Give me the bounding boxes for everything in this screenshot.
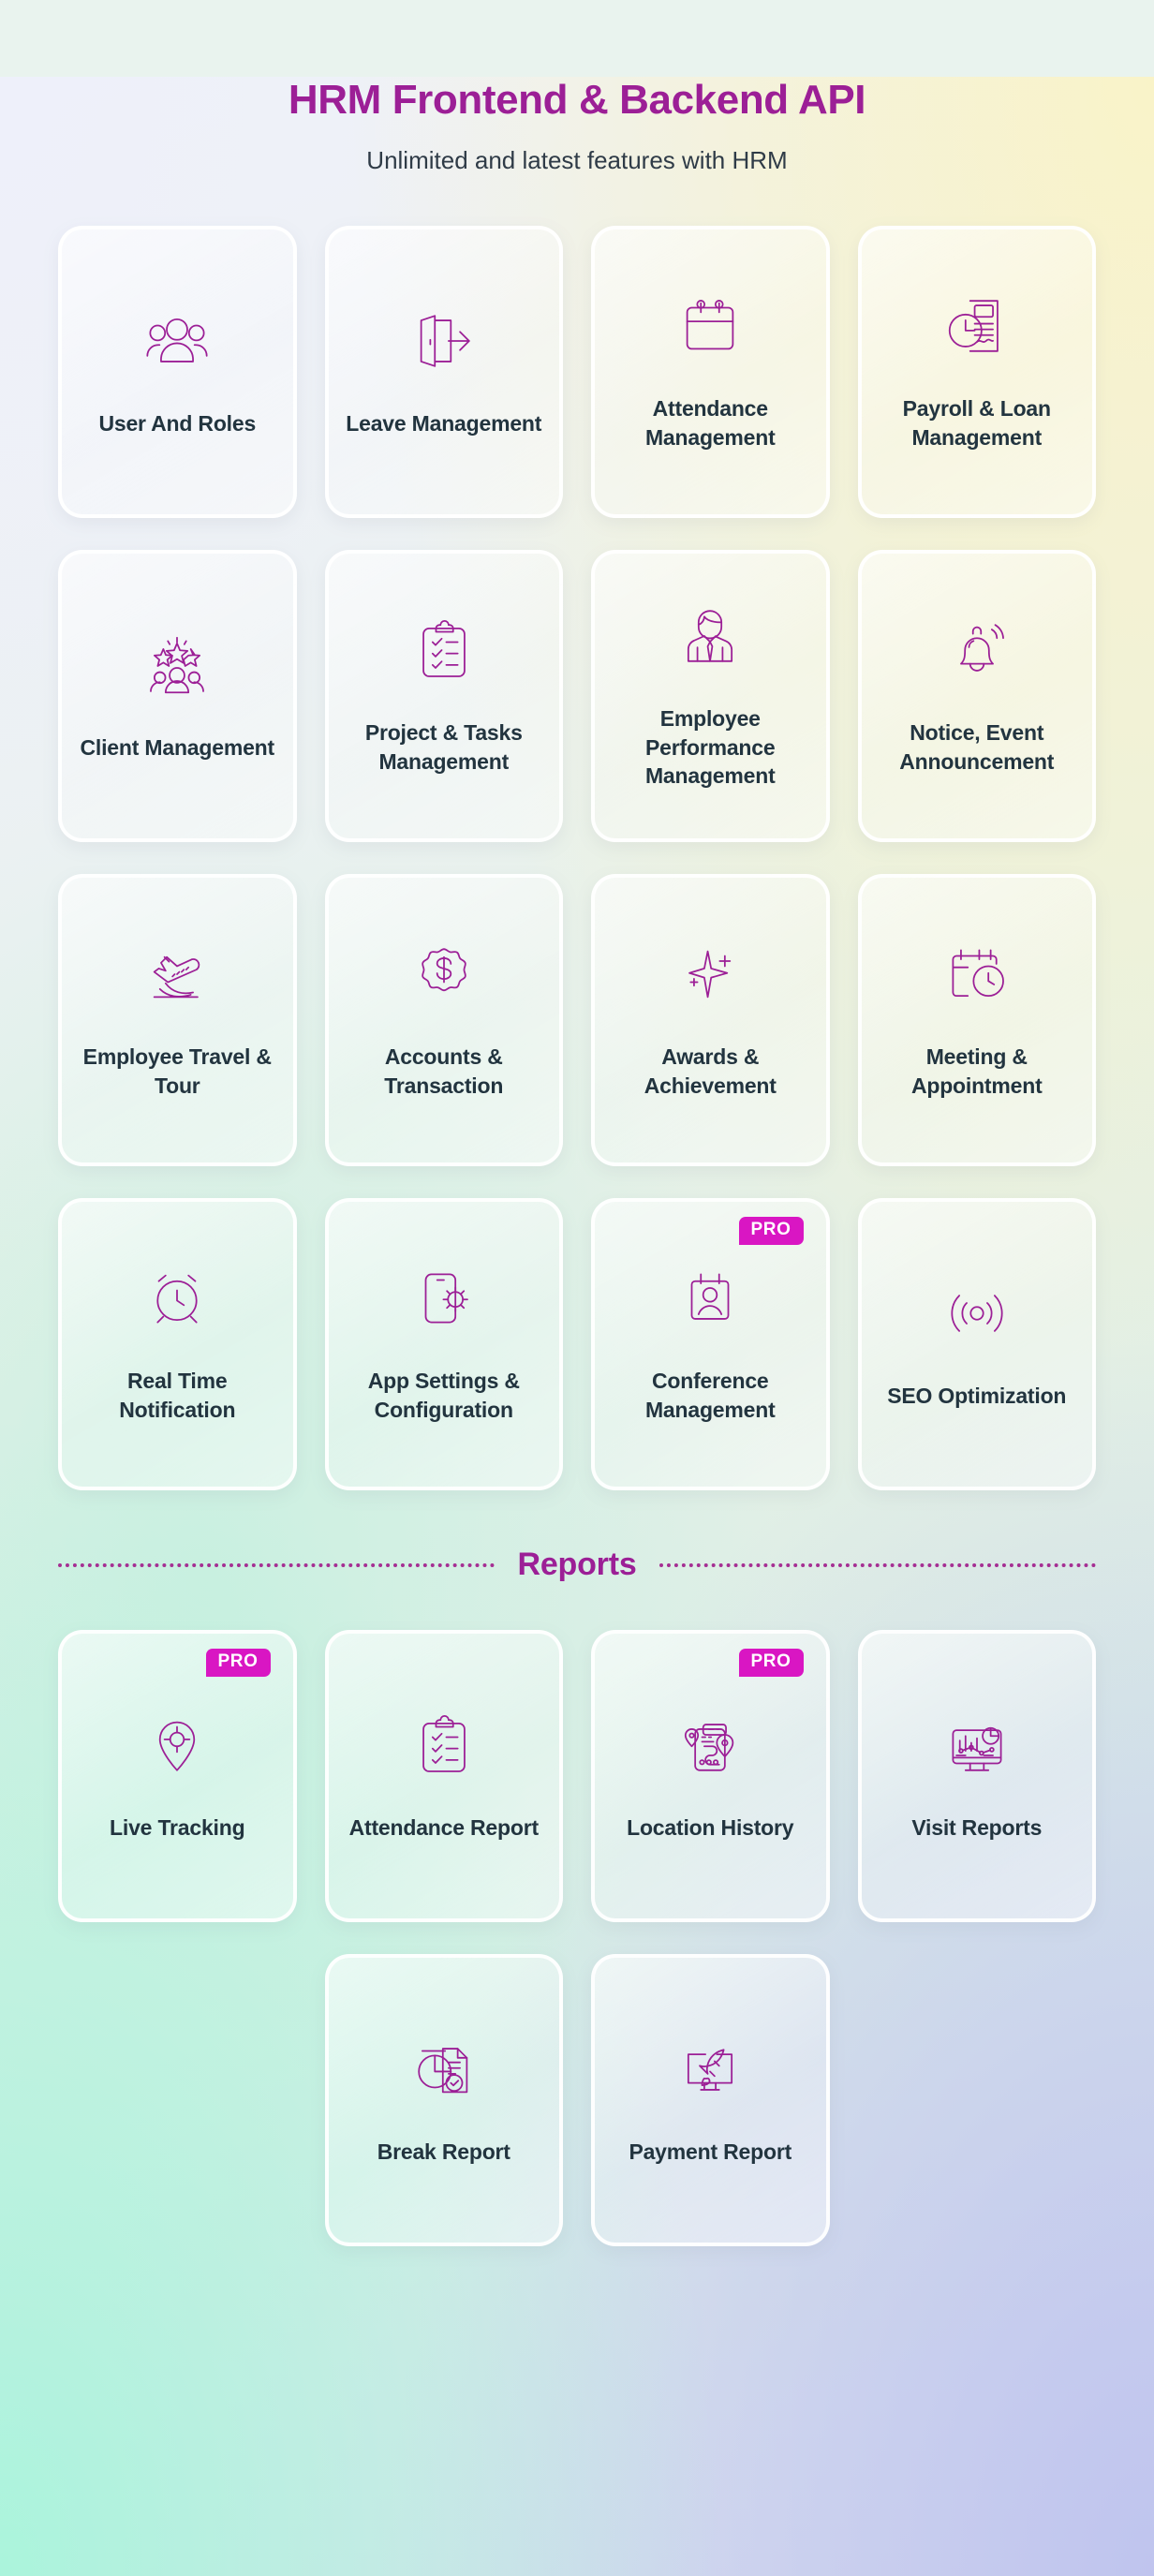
feature-card[interactable]: Client Management <box>58 550 297 842</box>
feature-label: Payroll & Loan Management <box>902 396 1051 450</box>
report-card[interactable]: Attendance Report <box>324 1630 563 1922</box>
clipboard-checklist-icon <box>407 1709 481 1782</box>
sparkle-star-icon <box>673 938 747 1011</box>
report-card[interactable]: Break Report <box>324 1954 563 2246</box>
feature-label: Notice, Event Announcement <box>899 720 1055 774</box>
feature-label: Employee Travel & Tour <box>82 1044 272 1098</box>
pro-badge: PRO <box>205 1649 271 1678</box>
bell-ring-icon <box>940 614 1013 687</box>
broadcast-signal-icon <box>940 1277 1013 1350</box>
feature-label: Awards & Achievement <box>644 1044 777 1098</box>
reports-grid: PRO Live Tracking Attendance Report PRO Loca… <box>58 1630 1096 1922</box>
badge-person-icon <box>673 1262 747 1335</box>
feature-label: Conference Management <box>644 1369 776 1422</box>
phone-gear-icon <box>407 1262 481 1335</box>
stars-people-icon <box>141 629 214 702</box>
loan-document-clock-icon <box>940 289 1013 363</box>
airplane-landing-icon <box>141 938 214 1011</box>
feature-label: User And Roles <box>98 410 257 436</box>
feature-label: Employee Performance Management <box>644 706 776 789</box>
divider-line-right <box>658 1562 1097 1567</box>
page-subtitle: Unlimited and latest features with HRM <box>366 146 788 174</box>
feature-label: Accounts & Transaction <box>384 1044 504 1098</box>
phone-route-pin-icon <box>673 1709 747 1782</box>
feature-card[interactable]: App Settings & Configuration <box>324 1198 563 1490</box>
feature-label: Attendance Management <box>644 396 776 450</box>
feature-label: Real Time Notification <box>119 1369 236 1422</box>
feature-card[interactable]: SEO Optimization <box>857 1198 1096 1490</box>
feature-card[interactable]: Attendance Management <box>591 226 830 518</box>
calendar-clock-icon <box>940 938 1013 1011</box>
reports-section-divider: Reports <box>58 1547 1097 1583</box>
feature-label: Meeting & Appointment <box>910 1044 1043 1098</box>
feature-card[interactable]: Payroll & Loan Management <box>857 226 1096 518</box>
employee-suit-icon <box>673 600 747 673</box>
report-label: Break Report <box>377 2139 510 2164</box>
monitor-rocket-icon <box>673 2033 747 2106</box>
feature-card[interactable]: Leave Management <box>324 226 563 518</box>
feature-card[interactable]: Notice, Event Announcement <box>857 550 1096 842</box>
calendar-icon <box>673 289 747 363</box>
report-label: Attendance Report <box>348 1814 540 1840</box>
feature-label: App Settings & Configuration <box>367 1369 520 1422</box>
reports-section-title: Reports <box>517 1547 637 1582</box>
divider-line-left <box>58 1562 496 1567</box>
report-card[interactable]: PRO Location History <box>591 1630 830 1922</box>
pro-badge: PRO <box>738 1217 804 1246</box>
feature-card[interactable]: User And Roles <box>58 226 297 518</box>
feature-card[interactable]: PRO Conference Management <box>591 1198 830 1490</box>
feature-card[interactable]: Employee Travel & Tour <box>58 874 297 1166</box>
clipboard-checklist-icon <box>407 614 481 687</box>
report-label: Location History <box>627 1814 794 1840</box>
feature-card[interactable]: Awards & Achievement <box>591 874 830 1166</box>
feature-label: Project & Tasks Management <box>364 720 523 774</box>
monitor-analytics-icon <box>940 1709 1013 1782</box>
feature-card[interactable]: Meeting & Appointment <box>857 874 1096 1166</box>
app-page: HRM Frontend & Backend API Unlimited and… <box>0 77 1154 2576</box>
dollar-badge-icon <box>407 938 481 1011</box>
report-card[interactable]: Payment Report <box>591 1954 830 2246</box>
pie-document-check-icon <box>407 2033 481 2106</box>
feature-card[interactable]: Accounts & Transaction <box>324 874 563 1166</box>
feature-label: Leave Management <box>346 410 542 436</box>
feature-label: Client Management <box>80 734 275 760</box>
feature-card[interactable]: Real Time Notification <box>58 1198 297 1490</box>
door-exit-icon <box>407 304 481 378</box>
report-card[interactable]: PRO Live Tracking <box>58 1630 297 1922</box>
users-group-icon <box>141 304 214 378</box>
report-label: Live Tracking <box>110 1814 245 1840</box>
report-label: Payment Report <box>629 2139 792 2164</box>
page-title: HRM Frontend & Backend API <box>288 77 866 123</box>
reports-grid-second-row: Break Report Payment Report <box>58 1954 1096 2246</box>
feature-card[interactable]: Project & Tasks Management <box>324 550 563 842</box>
features-grid: User And Roles Leave Management Attendance… <box>58 226 1096 1490</box>
map-pin-target-icon <box>141 1709 214 1782</box>
report-card[interactable]: Visit Reports <box>857 1630 1096 1922</box>
feature-label: SEO Optimization <box>887 1383 1067 1408</box>
pro-badge: PRO <box>738 1649 804 1678</box>
alarm-clock-icon <box>141 1262 214 1335</box>
feature-card[interactable]: Employee Performance Management <box>591 550 830 842</box>
report-label: Visit Reports <box>911 1814 1043 1840</box>
